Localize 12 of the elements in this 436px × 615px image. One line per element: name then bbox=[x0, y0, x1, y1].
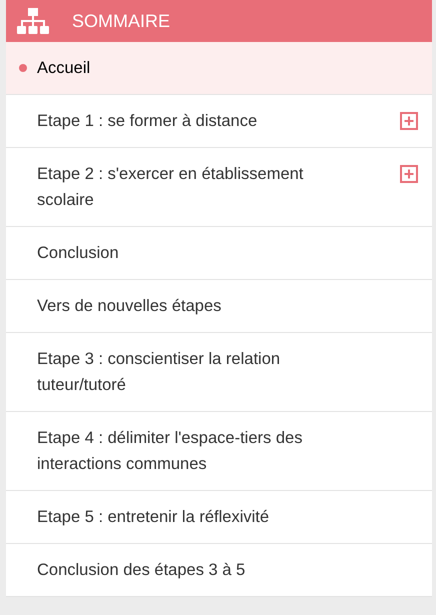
sitemap-icon bbox=[16, 7, 50, 35]
expand-icon[interactable] bbox=[400, 165, 418, 183]
menu-item[interactable]: Conclusion des étapes 3 à 5 bbox=[37, 544, 337, 596]
panel-title: SOMMAIRE bbox=[72, 10, 170, 32]
menu-item[interactable]: Vers de nouvelles étapes bbox=[37, 280, 337, 332]
menu-item[interactable]: Conclusion bbox=[37, 227, 337, 279]
expand-icon[interactable] bbox=[400, 112, 418, 130]
menu-item[interactable]: Etape 5 : entretenir la réflexivité bbox=[37, 491, 337, 543]
menu-item[interactable]: Etape 2 : s'exercer en établissement scolaire bbox=[37, 148, 337, 226]
menu-item[interactable]: Etape 3 : conscientiser la relation tuteur/tutoré bbox=[37, 333, 337, 411]
menu-item[interactable]: Etape 1 : se former à distance bbox=[37, 95, 337, 147]
menu-item[interactable]: Etape 4 : délimiter l'espace-tiers des interactions communes bbox=[37, 412, 337, 490]
